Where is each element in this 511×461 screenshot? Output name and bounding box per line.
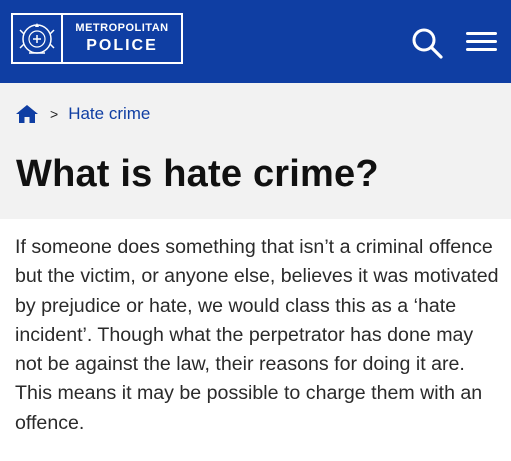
breadcrumb-hate-crime[interactable]: Hate crime — [68, 104, 150, 124]
breadcrumb-separator: > — [50, 106, 59, 122]
breadcrumb: > Hate crime — [16, 104, 150, 124]
menu-button[interactable] — [465, 27, 499, 57]
site-header: METROPOLITAN POLICE — [0, 0, 511, 83]
logo-line1: METROPOLITAN — [75, 22, 169, 34]
home-link[interactable] — [16, 105, 38, 123]
intro-paragraph: If someone does something that isn’t a c… — [15, 236, 499, 434]
title-band: > Hate crime What is hate crime? — [0, 83, 511, 219]
menu-icon — [465, 32, 499, 51]
logo-line2: POLICE — [86, 37, 158, 54]
met-police-logo[interactable]: METROPOLITAN POLICE — [11, 13, 183, 64]
search-icon — [412, 28, 443, 59]
search-button[interactable] — [410, 26, 444, 60]
home-icon — [16, 105, 38, 123]
crest-icon — [13, 15, 63, 62]
logo-text: METROPOLITAN POLICE — [63, 23, 181, 54]
page-title: What is hate crime? — [16, 153, 379, 195]
